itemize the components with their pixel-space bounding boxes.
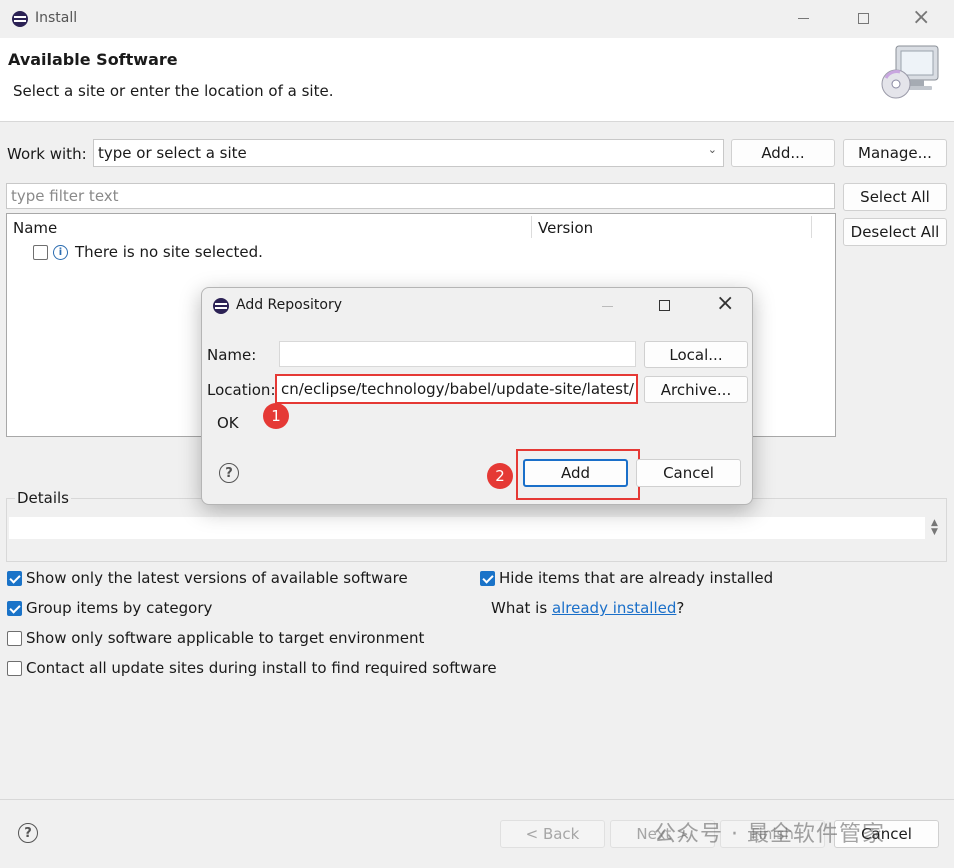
annotation-badge-2: 2 bbox=[487, 463, 513, 489]
location-label: Location: bbox=[207, 381, 276, 399]
contact-sites-checkbox[interactable] bbox=[7, 661, 22, 676]
already-installed-link[interactable]: already installed bbox=[552, 599, 676, 617]
location-value: cn/eclipse/technology/babel/update-site/… bbox=[281, 380, 634, 398]
add-repository-dialog: Add Repository × Name: Local... Location… bbox=[201, 287, 753, 505]
minimize-icon[interactable] bbox=[798, 18, 809, 19]
location-input[interactable]: cn/eclipse/technology/babel/update-site/… bbox=[275, 374, 638, 404]
hide-installed-label: Hide items that are already installed bbox=[499, 569, 774, 587]
row-text: There is no site selected. bbox=[75, 243, 263, 261]
close-icon[interactable]: × bbox=[912, 6, 930, 30]
dialog-close-icon[interactable]: × bbox=[716, 292, 734, 316]
monitor-cd-icon bbox=[880, 44, 942, 102]
details-text[interactable] bbox=[9, 517, 925, 539]
details-label: Details bbox=[15, 489, 72, 507]
column-divider[interactable] bbox=[531, 216, 532, 238]
select-all-button[interactable]: Select All bbox=[843, 183, 947, 211]
title-bar: Install × bbox=[0, 0, 954, 38]
column-divider[interactable] bbox=[811, 216, 812, 238]
info-icon: i bbox=[53, 245, 68, 260]
status-message: OK bbox=[217, 414, 239, 432]
hide-installed-checkbox[interactable] bbox=[480, 571, 495, 586]
watermark: 公众号 · 最全软件管家 bbox=[654, 822, 885, 847]
back-button[interactable]: < Back bbox=[500, 820, 605, 848]
latest-versions-label: Show only the latest versions of availab… bbox=[26, 569, 408, 587]
dialog-add-button[interactable]: Add bbox=[523, 459, 628, 487]
dialog-eclipse-logo-icon bbox=[213, 298, 229, 314]
footer-divider bbox=[0, 799, 954, 800]
dialog-title: Add Repository bbox=[236, 297, 342, 313]
work-with-combo[interactable]: type or select a site ⌄ bbox=[93, 139, 724, 167]
chevron-down-icon[interactable]: ⌄ bbox=[708, 143, 717, 156]
target-env-label: Show only software applicable to target … bbox=[26, 629, 425, 647]
group-by-category-label: Group items by category bbox=[26, 599, 213, 617]
page-title: Available Software bbox=[8, 50, 178, 69]
column-header-name[interactable]: Name bbox=[13, 219, 57, 237]
work-with-value: type or select a site bbox=[98, 144, 247, 162]
group-by-category-checkbox[interactable] bbox=[7, 601, 22, 616]
latest-versions-checkbox[interactable] bbox=[7, 571, 22, 586]
contact-sites-label: Contact all update sites during install … bbox=[26, 659, 497, 677]
what-is-prefix: What is bbox=[491, 599, 552, 617]
details-group: Details ▲ ▼ bbox=[6, 489, 947, 562]
column-header-version[interactable]: Version bbox=[538, 219, 593, 237]
dialog-minimize-icon[interactable] bbox=[602, 306, 613, 307]
help-icon[interactable]: ? bbox=[18, 823, 38, 843]
deselect-all-button[interactable]: Deselect All bbox=[843, 218, 947, 246]
manage-button[interactable]: Manage... bbox=[843, 139, 947, 167]
maximize-icon[interactable] bbox=[858, 13, 869, 24]
window-title: Install bbox=[35, 10, 78, 26]
annotation-badge-1: 1 bbox=[263, 403, 289, 429]
work-with-label: Work with: bbox=[7, 145, 87, 163]
dialog-maximize-icon[interactable] bbox=[659, 300, 670, 311]
spinner-arrows-icon[interactable]: ▲ ▼ bbox=[931, 519, 938, 537]
name-input[interactable] bbox=[279, 341, 636, 367]
filter-placeholder: type filter text bbox=[11, 187, 119, 205]
header-banner: Available Software Select a site or ente… bbox=[0, 38, 954, 122]
filter-input[interactable]: type filter text bbox=[6, 183, 835, 209]
page-subtitle: Select a site or enter the location of a… bbox=[13, 82, 334, 100]
target-env-checkbox[interactable] bbox=[7, 631, 22, 646]
table-row[interactable]: i There is no site selected. bbox=[33, 243, 433, 263]
what-is-installed: What is already installed? bbox=[491, 599, 684, 617]
add-site-button[interactable]: Add... bbox=[731, 139, 835, 167]
eclipse-logo-icon bbox=[12, 11, 28, 27]
local-button[interactable]: Local... bbox=[644, 341, 748, 368]
archive-button[interactable]: Archive... bbox=[644, 376, 748, 403]
name-label: Name: bbox=[207, 346, 257, 364]
dialog-help-icon[interactable]: ? bbox=[219, 463, 239, 483]
dialog-cancel-button[interactable]: Cancel bbox=[636, 459, 741, 487]
what-is-suffix: ? bbox=[676, 599, 685, 617]
row-checkbox[interactable] bbox=[33, 245, 48, 260]
